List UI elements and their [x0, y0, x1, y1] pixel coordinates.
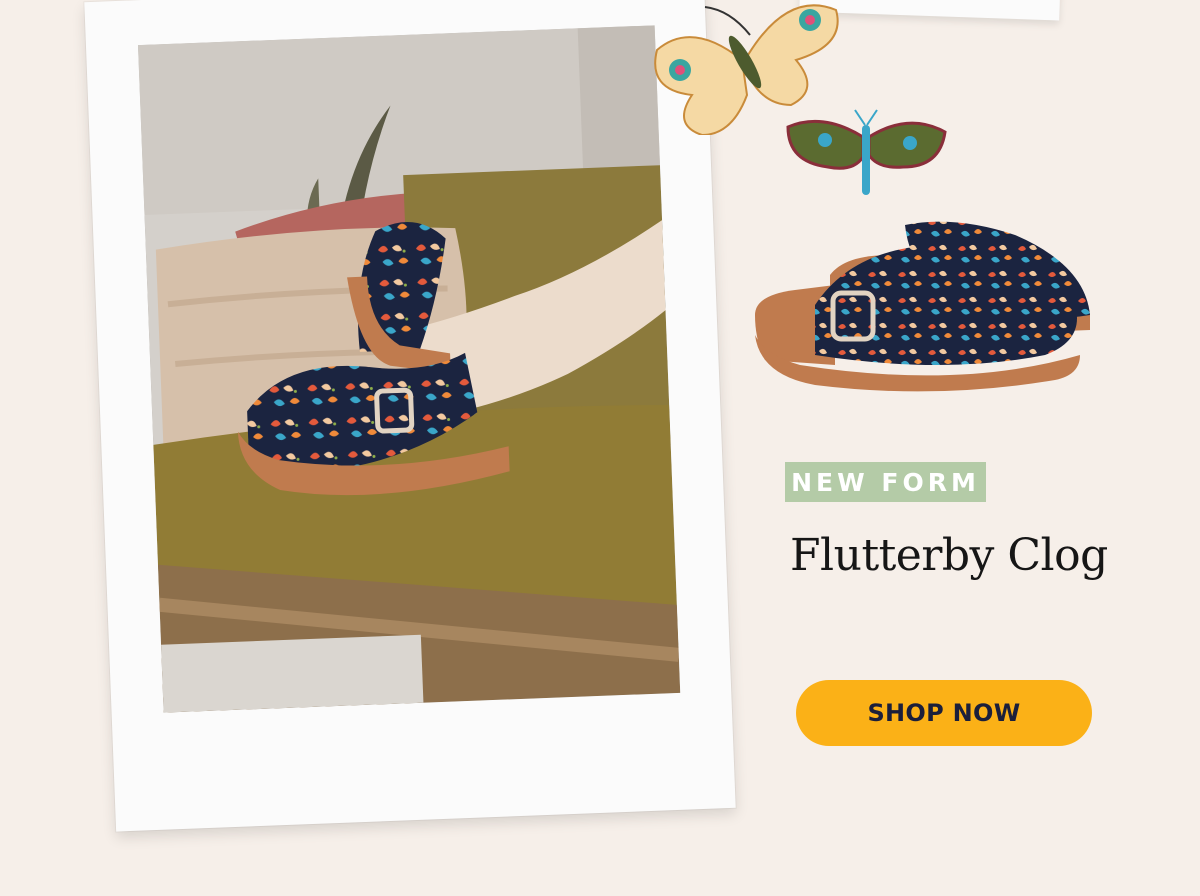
product-title: Flutterby Clog	[790, 530, 1108, 581]
lifestyle-photo[interactable]	[137, 25, 681, 713]
polaroid-frame	[84, 0, 736, 832]
shop-now-button[interactable]: SHOP NOW	[796, 680, 1092, 746]
butterfly-icon-small	[786, 109, 947, 195]
product-clogs-image[interactable]	[745, 215, 1100, 405]
new-form-badge: NEW FORM	[785, 462, 986, 502]
